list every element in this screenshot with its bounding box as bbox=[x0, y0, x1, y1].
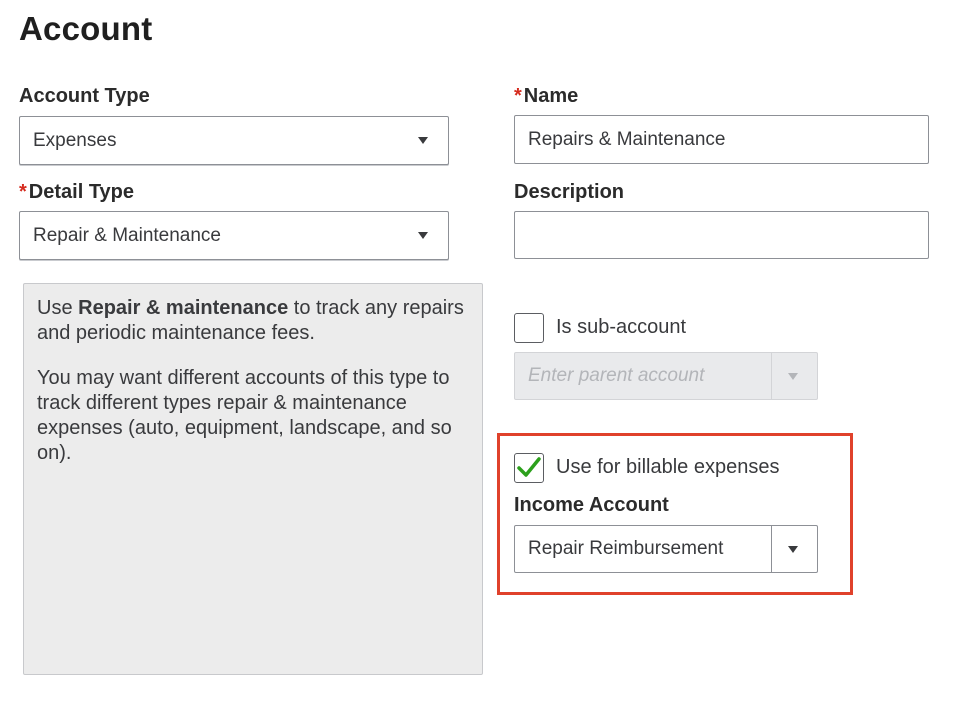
info-text: Use bbox=[37, 297, 79, 319]
income-account-dropdown-button[interactable] bbox=[771, 526, 817, 572]
checkmark-icon bbox=[517, 457, 541, 477]
income-account-label: Income Account bbox=[514, 494, 669, 516]
parent-account-placeholder: Enter parent account bbox=[528, 365, 705, 386]
description-input[interactable] bbox=[514, 211, 929, 259]
billable-expenses-checkbox[interactable] bbox=[514, 453, 544, 483]
income-account-combobox[interactable]: Repair Reimbursement bbox=[514, 525, 818, 573]
caret-down-icon bbox=[788, 373, 798, 380]
sub-account-label: Is sub-account bbox=[556, 316, 687, 338]
name-input[interactable] bbox=[514, 115, 929, 164]
caret-down-icon bbox=[788, 546, 798, 553]
required-asterisk: * bbox=[514, 85, 522, 107]
account-type-select[interactable]: Expenses bbox=[19, 116, 449, 165]
account-type-value: Expenses bbox=[33, 129, 117, 151]
detail-type-label: * Detail Type bbox=[19, 181, 134, 204]
parent-account-combobox[interactable]: Enter parent account bbox=[514, 352, 818, 400]
detail-type-label-text: Detail Type bbox=[28, 181, 135, 203]
billable-expenses-label: Use for billable expenses bbox=[556, 456, 780, 478]
account-type-label: Account Type bbox=[19, 85, 150, 107]
caret-down-icon bbox=[418, 137, 428, 144]
name-label: * Name bbox=[514, 85, 578, 108]
detail-type-select[interactable]: Repair & Maintenance bbox=[19, 211, 449, 260]
name-label-text: Name bbox=[523, 85, 579, 107]
info-paragraph-2: You may want different accounts of this … bbox=[37, 367, 452, 464]
detail-type-value: Repair & Maintenance bbox=[33, 224, 221, 246]
page-title: Account bbox=[19, 10, 153, 47]
info-bold-text: Repair & maintenance bbox=[78, 297, 289, 319]
caret-down-icon bbox=[418, 232, 428, 239]
info-paragraph-1: Use Repair & maintenance to track any re… bbox=[37, 296, 469, 346]
detail-type-description-box: Use Repair & maintenance to track any re… bbox=[23, 283, 483, 675]
income-account-value: Repair Reimbursement bbox=[528, 538, 724, 559]
required-asterisk: * bbox=[19, 181, 27, 203]
description-label: Description bbox=[514, 181, 625, 203]
parent-account-dropdown-button[interactable] bbox=[771, 353, 817, 399]
sub-account-checkbox[interactable] bbox=[514, 313, 544, 343]
